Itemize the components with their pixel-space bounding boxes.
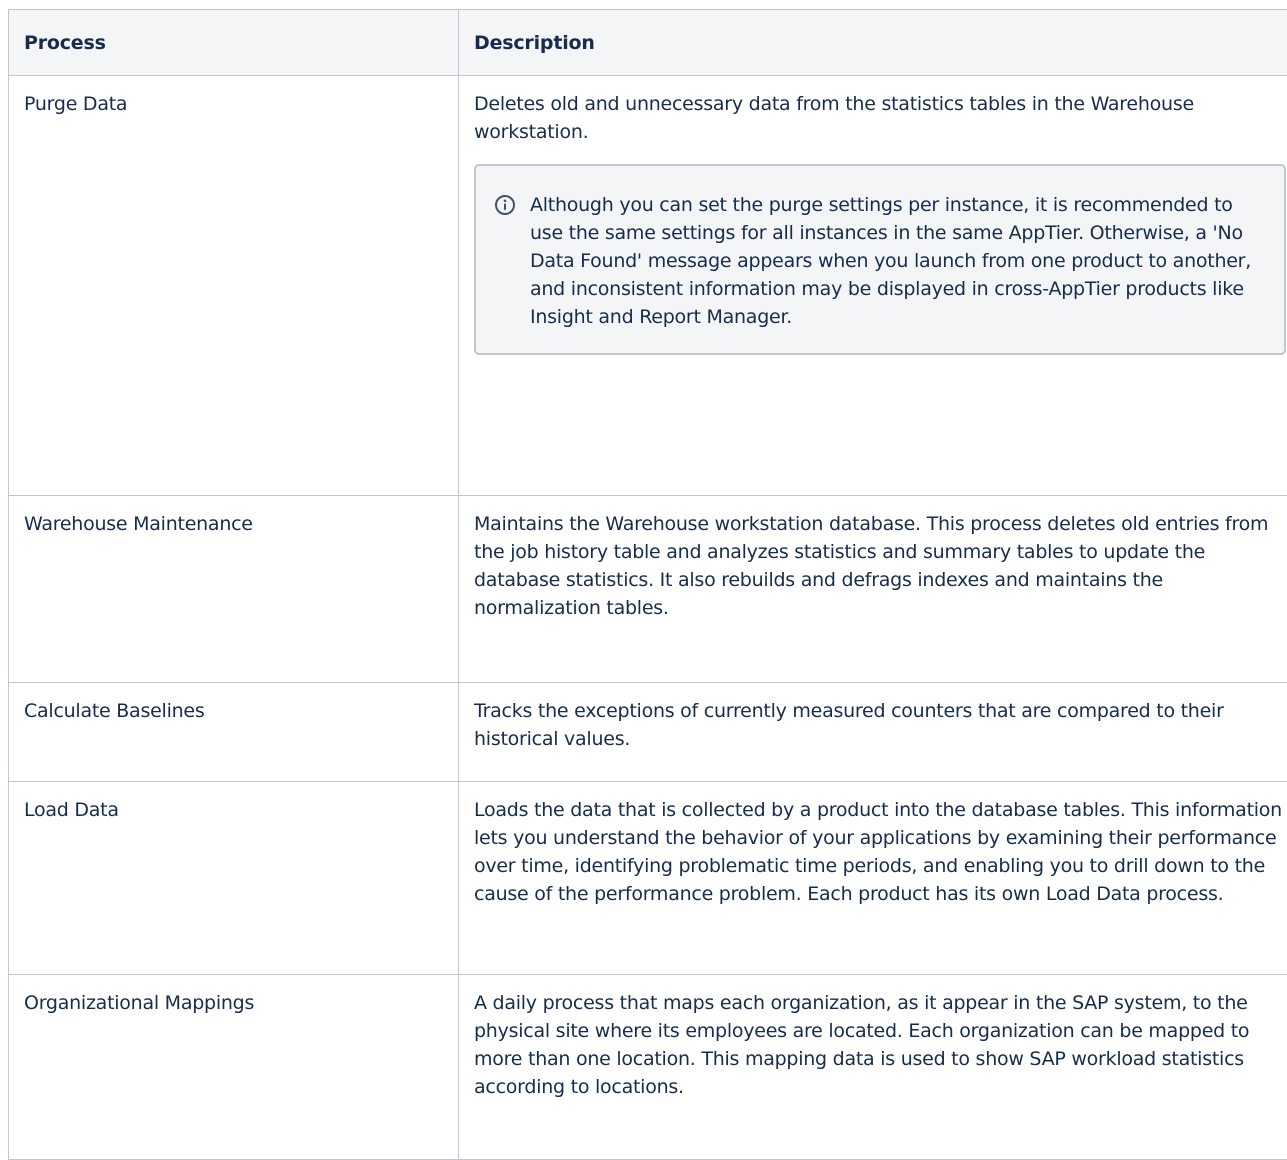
header-process: Process [9,10,459,76]
table-row: Warehouse Maintenance Maintains the Ware… [9,496,1287,683]
process-cell: Purge Data [9,76,459,496]
table-header-row: Process Description [9,10,1287,76]
table-row: Organizational Mappings A daily process … [9,975,1287,1160]
description-cell: Loads the data that is collected by a pr… [459,782,1287,975]
table-row: Purge Data Deletes old and unnecessary d… [9,76,1287,496]
process-cell: Load Data [9,782,459,975]
info-panel-text: Although you can set the purge settings … [530,191,1266,331]
description-cell: Maintains the Warehouse workstation data… [459,496,1287,683]
info-panel: Although you can set the purge settings … [474,164,1286,355]
process-cell: Calculate Baselines [9,683,459,782]
header-description: Description [459,10,1287,76]
description-cell: Deletes old and unnecessary data from th… [459,76,1287,496]
process-table: Process Description Purge Data Deletes o… [8,9,1287,1160]
description-cell: Tracks the exceptions of currently measu… [459,683,1287,782]
process-cell: Organizational Mappings [9,975,459,1160]
table-row: Calculate Baselines Tracks the exception… [9,683,1287,782]
table-row: Load Data Loads the data that is collect… [9,782,1287,975]
info-icon [494,194,516,216]
process-cell: Warehouse Maintenance [9,496,459,683]
description-cell: A daily process that maps each organizat… [459,975,1287,1160]
description-text: Deletes old and unnecessary data from th… [474,90,1283,146]
